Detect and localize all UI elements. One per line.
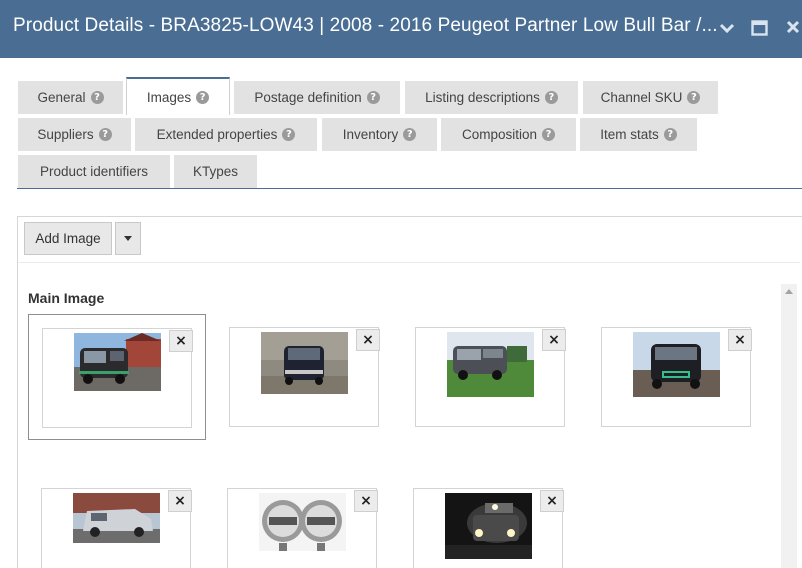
tab-divider [17, 188, 802, 189]
vertical-scrollbar[interactable] [781, 284, 797, 568]
caret-down-icon [124, 236, 132, 241]
image-thumbnail[interactable] [73, 493, 160, 543]
image-card[interactable]: × [415, 327, 566, 427]
tab-images[interactable]: Images ? [126, 77, 230, 115]
image-thumbnail[interactable] [74, 333, 161, 391]
image-card[interactable]: × [601, 327, 752, 427]
tab-postage-definition[interactable]: Postage definition ? [234, 81, 400, 114]
tab-label: Listing descriptions [425, 90, 540, 105]
tab-general[interactable]: General ? [18, 81, 123, 114]
image-thumbnail[interactable] [261, 332, 348, 394]
image-card[interactable]: × [227, 488, 378, 568]
window-titlebar: Product Details - BRA3825-LOW43 | 2008 -… [0, 0, 802, 58]
help-icon[interactable]: ? [403, 128, 417, 141]
main-image-heading: Main Image [28, 290, 105, 306]
image-card[interactable]: × [229, 327, 380, 427]
tab-label: Suppliers [37, 127, 94, 142]
add-image-dropdown-button[interactable] [115, 222, 141, 255]
remove-image-button[interactable]: × [542, 329, 566, 351]
close-icon[interactable] [785, 18, 802, 38]
tab-composition[interactable]: Composition ? [441, 118, 576, 151]
tab-label: Composition [461, 127, 538, 142]
image-card[interactable]: × [413, 488, 564, 568]
window-title: Product Details - BRA3825-LOW43 | 2008 -… [13, 15, 718, 36]
help-icon[interactable]: ? [687, 91, 701, 104]
tab-channel-sku[interactable]: Channel SKU ? [583, 81, 718, 114]
tab-ktypes[interactable]: KTypes [174, 155, 257, 188]
tab-label: General [37, 90, 86, 105]
help-icon[interactable]: ? [542, 128, 556, 141]
tab-item-stats[interactable]: Item stats ? [580, 118, 697, 151]
tab-listing-descriptions[interactable]: Listing descriptions ? [405, 81, 578, 114]
maximize-icon[interactable] [750, 18, 770, 38]
image-thumbnail[interactable] [259, 493, 346, 551]
toolbar-divider [18, 262, 800, 263]
image-thumbnail[interactable] [447, 332, 534, 397]
remove-image-button[interactable]: × [169, 330, 193, 352]
image-card[interactable]: × [41, 488, 192, 568]
tab-label: Images [146, 89, 192, 105]
remove-image-button[interactable]: × [540, 490, 564, 512]
help-icon[interactable]: ? [544, 91, 558, 104]
image-card[interactable]: × [42, 328, 193, 428]
help-icon[interactable]: ? [98, 128, 112, 141]
scroll-up-arrow-icon[interactable] [785, 289, 793, 294]
tab-label: Extended properties [156, 127, 278, 142]
help-icon[interactable]: ? [663, 128, 677, 141]
help-icon[interactable]: ? [196, 90, 210, 104]
image-thumbnail[interactable] [445, 493, 532, 559]
tab-product-identifiers[interactable]: Product identifiers [18, 155, 170, 188]
tab-label: Postage definition [254, 90, 362, 105]
remove-image-button[interactable]: × [728, 329, 752, 351]
remove-image-button[interactable]: × [354, 490, 378, 512]
tab-label: Inventory [342, 127, 399, 142]
tab-label: Channel SKU [600, 90, 683, 105]
remove-image-button[interactable]: × [356, 329, 380, 351]
tab-suppliers[interactable]: Suppliers ? [18, 118, 131, 151]
tab-label: Product identifiers [39, 164, 149, 179]
chevron-down-icon[interactable] [717, 18, 737, 38]
help-icon[interactable]: ? [282, 128, 296, 141]
image-thumbnail[interactable] [633, 332, 720, 397]
add-image-button[interactable]: Add Image [24, 222, 112, 255]
tab-label: Item stats [600, 127, 659, 142]
help-icon[interactable]: ? [366, 91, 380, 104]
tab-extended-properties[interactable]: Extended properties ? [135, 118, 317, 151]
tab-inventory[interactable]: Inventory ? [322, 118, 437, 151]
help-icon[interactable]: ? [90, 91, 104, 104]
remove-image-button[interactable]: × [168, 490, 192, 512]
tab-label: KTypes [192, 164, 239, 179]
